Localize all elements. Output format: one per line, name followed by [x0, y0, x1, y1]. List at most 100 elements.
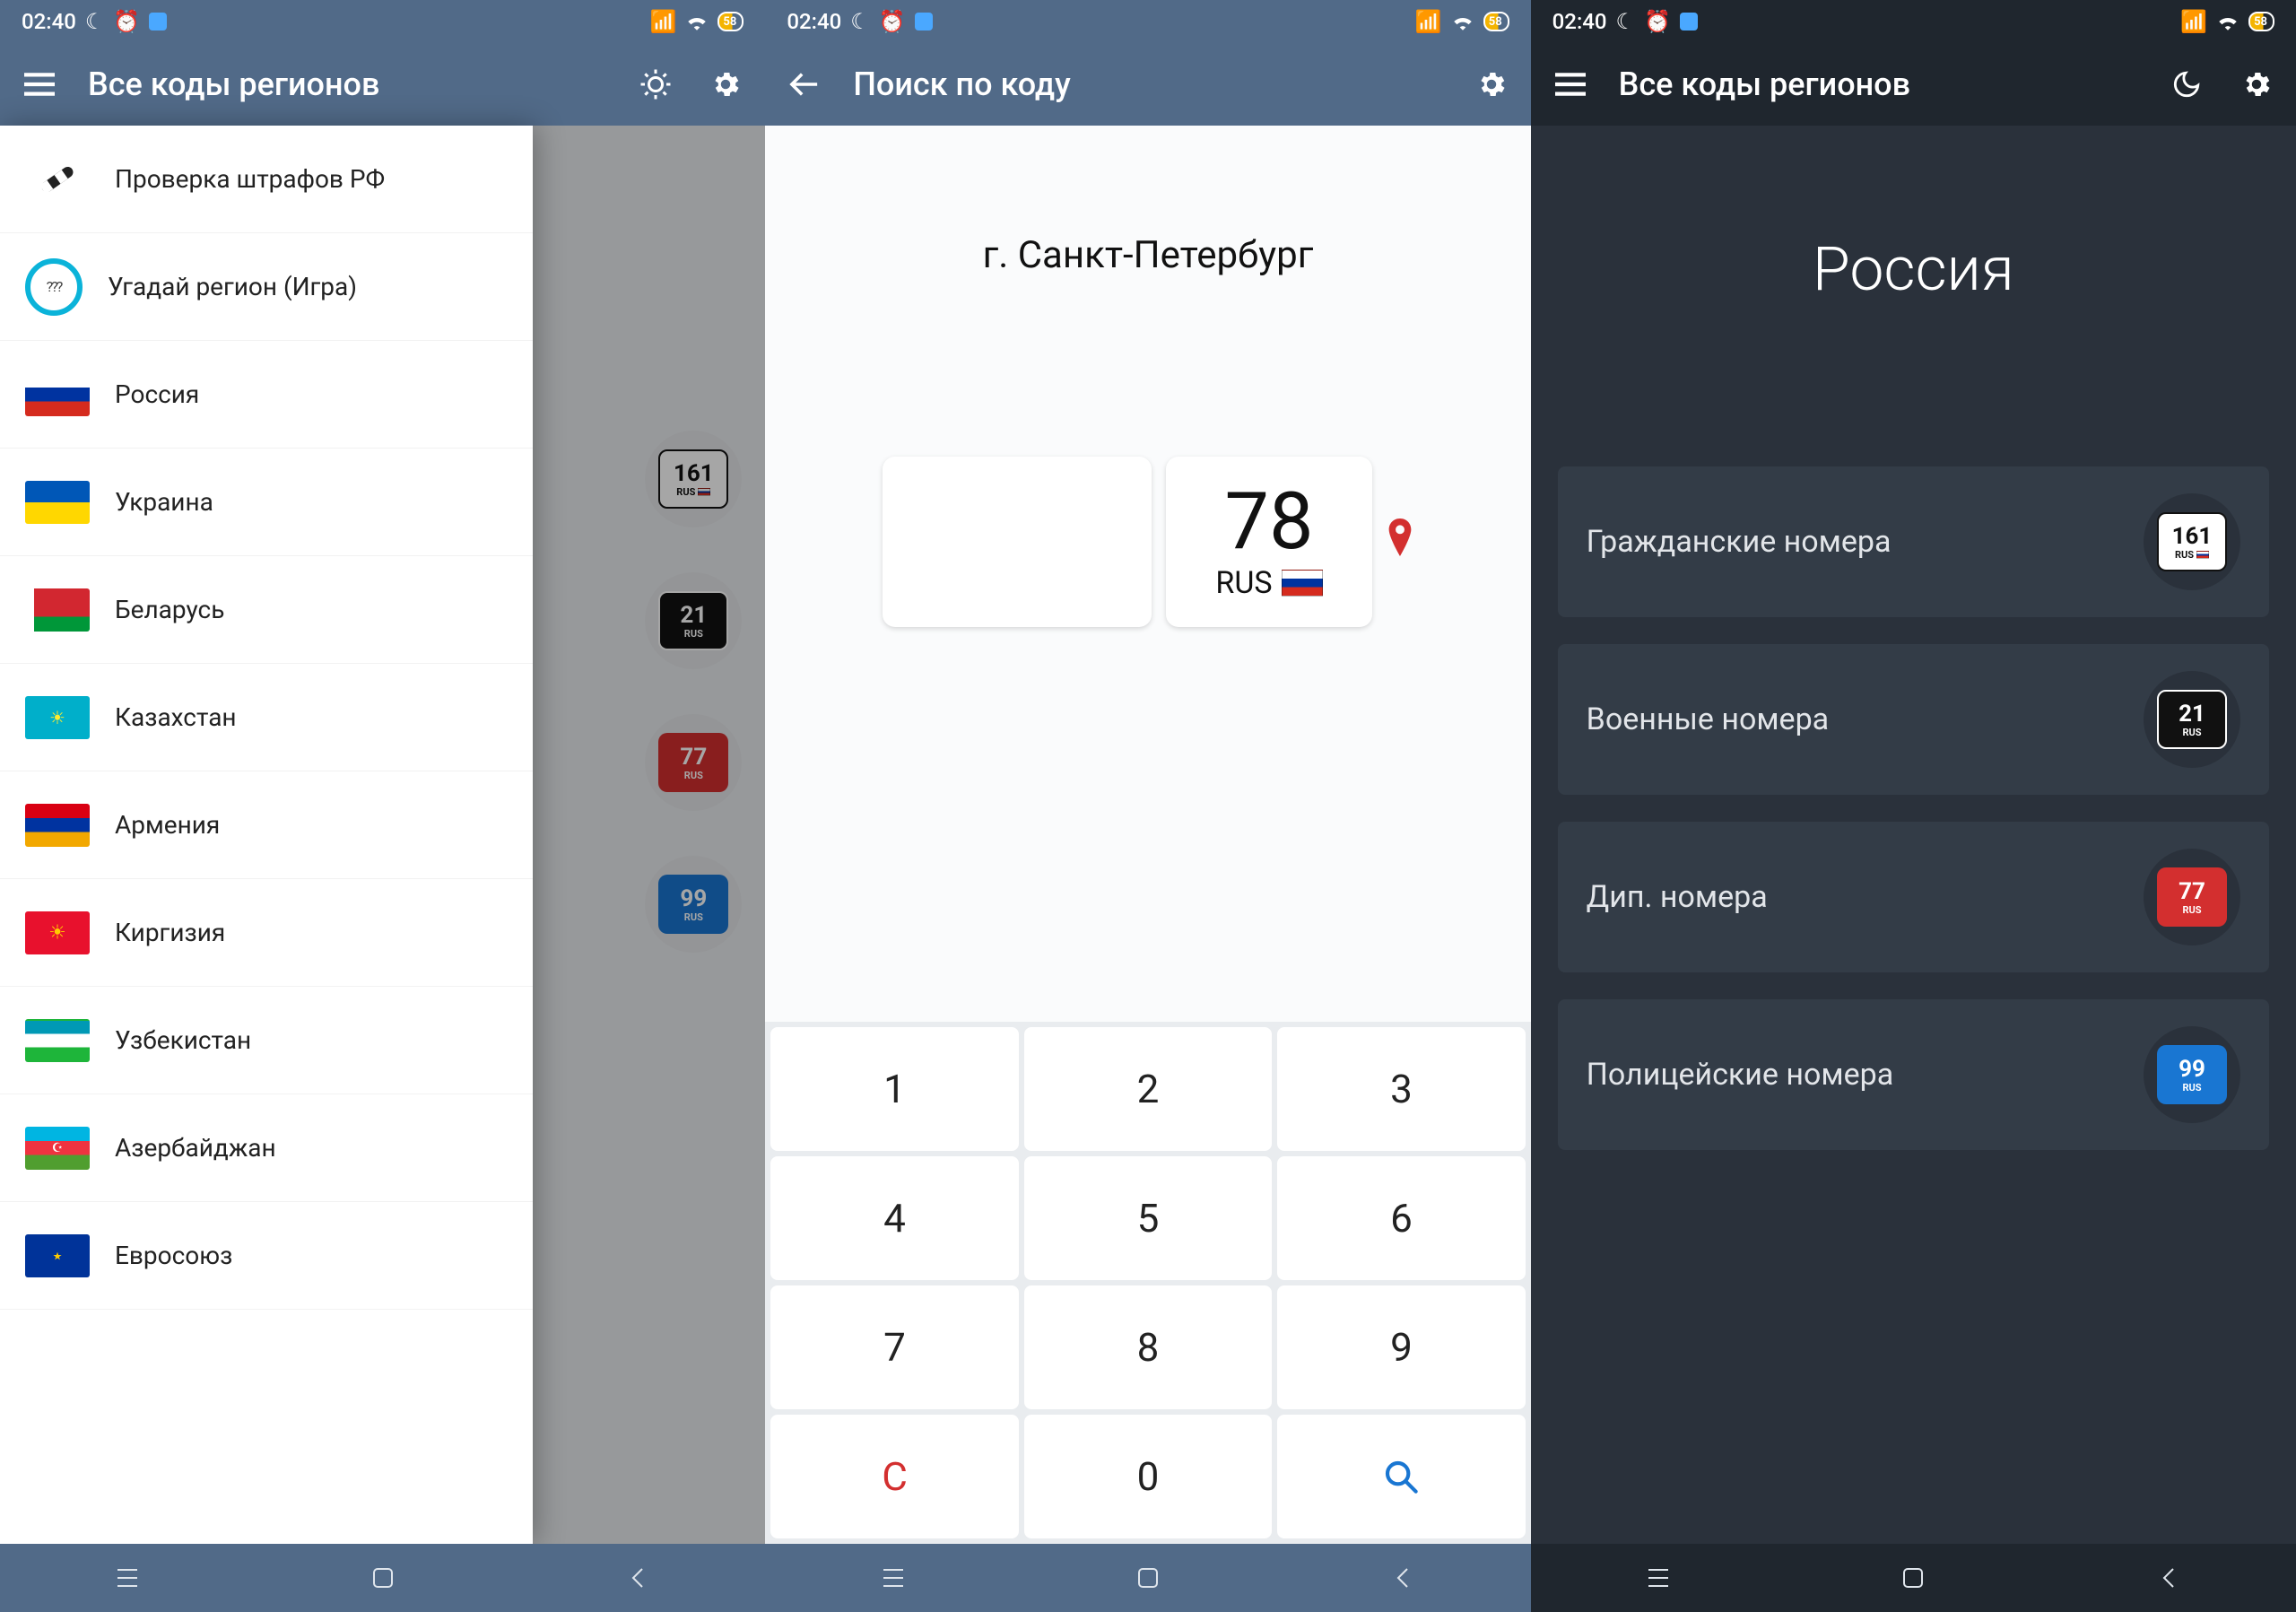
drawer-item-kazakhstan[interactable]: ☀ Казахстан — [0, 664, 533, 771]
back-button[interactable] — [2147, 1556, 2190, 1599]
flag-ru-icon — [2196, 551, 2209, 559]
home-button[interactable] — [1126, 1556, 1170, 1599]
flag-ru-icon — [25, 373, 90, 416]
back-button[interactable] — [616, 1556, 659, 1599]
plate-display: 78 RUS — [765, 457, 1530, 627]
flag-ru-icon — [1282, 570, 1323, 597]
key-3[interactable]: 3 — [1277, 1027, 1525, 1151]
wifi-icon — [685, 13, 709, 30]
back-button[interactable] — [1381, 1556, 1424, 1599]
key-9[interactable]: 9 — [1277, 1285, 1525, 1409]
settings-button[interactable] — [704, 63, 747, 106]
night-mode-button[interactable] — [2165, 63, 2208, 106]
plate-badge-military: 21RUS — [2144, 671, 2240, 768]
back-arrow-button[interactable] — [783, 63, 826, 106]
alarm-icon: ⏰ — [113, 9, 140, 34]
key-5[interactable]: 5 — [1024, 1156, 1272, 1280]
settings-button[interactable] — [2235, 63, 2278, 106]
menu-button[interactable] — [18, 63, 61, 106]
recents-button[interactable] — [872, 1556, 915, 1599]
drawer-item-game[interactable]: ??? Угадай регион (Игра) — [0, 233, 533, 341]
drawer-item-russia[interactable]: Россия — [0, 341, 533, 449]
recents-button[interactable] — [1637, 1556, 1680, 1599]
drawer-label: Узбекистан — [115, 1025, 251, 1055]
key-2[interactable]: 2 — [1024, 1027, 1272, 1151]
card-police[interactable]: Полицейские номера 99RUS — [1558, 999, 2269, 1150]
app-bar: Поиск по коду — [765, 43, 1530, 126]
drawer-label: Евросоюз — [115, 1241, 232, 1270]
flag-kz-icon: ☀ — [25, 696, 90, 739]
alarm-icon: ⏰ — [1644, 9, 1671, 34]
status-bar: 02:40 ☾ ⏰ 📶 58 — [765, 0, 1530, 43]
drawer-label: Киргизия — [115, 918, 225, 947]
moon-icon: ☾ — [85, 9, 105, 34]
card-label: Полицейские номера — [1587, 1055, 1894, 1094]
drawer-item-armenia[interactable]: Армения — [0, 771, 533, 879]
system-nav-bar — [765, 1544, 1530, 1612]
game-icon: ??? — [25, 258, 83, 316]
drawer-label: Украина — [115, 487, 213, 517]
app-bar: Все коды регионов — [0, 43, 765, 126]
plate-rus-label: RUS — [1215, 565, 1272, 601]
signal-icon: 📶 — [2180, 9, 2207, 34]
key-search[interactable] — [1277, 1415, 1525, 1538]
card-label: Гражданские номера — [1587, 522, 1892, 562]
app-title: Все коды регионов — [88, 65, 607, 103]
plate-code-value: 78 — [1225, 483, 1314, 562]
wifi-icon — [2216, 13, 2239, 30]
status-time: 02:40 — [787, 9, 841, 34]
card-diplomatic[interactable]: Дип. номера 77RUS — [1558, 822, 2269, 972]
key-7[interactable]: 7 — [770, 1285, 1018, 1409]
result-region-name: г. Санкт-Петербург — [765, 233, 1530, 277]
drawer-item-kyrgyzstan[interactable]: ☀ Киргизия — [0, 879, 533, 987]
battery-icon: 58 — [718, 12, 744, 31]
key-8[interactable]: 8 — [1024, 1285, 1272, 1409]
plate-badge-police: 99RUS — [2144, 1026, 2240, 1123]
drawer-label: Азербайджан — [115, 1133, 276, 1163]
key-6[interactable]: 6 — [1277, 1156, 1525, 1280]
map-pin-icon[interactable] — [1387, 518, 1413, 566]
screen-drawer: 02:40 ☾ ⏰ 📶 58 Все коды регионов 161RUS — [0, 0, 765, 1612]
screen-categories: 02:40 ☾ ⏰ 📶 58 Все коды регионов Россия … — [1531, 0, 2296, 1612]
card-civilian[interactable]: Гражданские номера 161RUS — [1558, 466, 2269, 617]
drawer-label: Проверка штрафов РФ — [115, 164, 385, 194]
navigation-drawer: Проверка штрафов РФ ??? Угадай регион (И… — [0, 126, 533, 1544]
home-button[interactable] — [1892, 1556, 1935, 1599]
key-0[interactable]: 0 — [1024, 1415, 1272, 1538]
police-baton-icon — [25, 158, 90, 201]
key-1[interactable]: 1 — [770, 1027, 1018, 1151]
recents-button[interactable] — [106, 1556, 149, 1599]
screen-search: 02:40 ☾ ⏰ 📶 58 Поиск по коду г. Санкт-Пе… — [765, 0, 1530, 1612]
drawer-item-ukraine[interactable]: Украина — [0, 449, 533, 556]
app-title: Все коды регионов — [1619, 65, 2138, 103]
drawer-item-fines[interactable]: Проверка штрафов РФ — [0, 126, 533, 233]
system-nav-bar — [0, 1544, 765, 1612]
drawer-label: Армения — [115, 810, 220, 840]
status-bar: 02:40 ☾ ⏰ 📶 58 — [0, 0, 765, 43]
flag-by-icon — [25, 588, 90, 632]
home-button[interactable] — [361, 1556, 404, 1599]
drawer-item-belarus[interactable]: Беларусь — [0, 556, 533, 664]
box-icon — [915, 13, 933, 30]
app-title: Поиск по коду — [853, 65, 1442, 103]
card-label: Дип. номера — [1587, 877, 1768, 917]
box-icon — [1680, 13, 1698, 30]
drawer-label: Беларусь — [115, 595, 224, 624]
flag-uz-icon — [25, 1019, 90, 1062]
menu-button[interactable] — [1549, 63, 1592, 106]
flag-kg-icon: ☀ — [25, 911, 90, 954]
drawer-item-uzbekistan[interactable]: Узбекистан — [0, 987, 533, 1094]
brightness-button[interactable] — [634, 63, 677, 106]
key-clear[interactable]: C — [770, 1415, 1018, 1538]
system-nav-bar — [1531, 1544, 2296, 1612]
key-4[interactable]: 4 — [770, 1156, 1018, 1280]
signal-icon: 📶 — [650, 9, 677, 34]
status-time: 02:40 — [1552, 9, 1607, 34]
drawer-item-azerbaijan[interactable]: ☪ Азербайджан — [0, 1094, 533, 1202]
card-military[interactable]: Военные номера 21RUS — [1558, 644, 2269, 795]
flag-az-icon: ☪ — [25, 1127, 90, 1170]
settings-button[interactable] — [1470, 63, 1513, 106]
drawer-item-eu[interactable]: ⋆ Евросоюз — [0, 1202, 533, 1310]
flag-eu-icon: ⋆ — [25, 1234, 90, 1277]
keypad: 1 2 3 4 5 6 7 8 9 C 0 — [765, 1022, 1530, 1544]
